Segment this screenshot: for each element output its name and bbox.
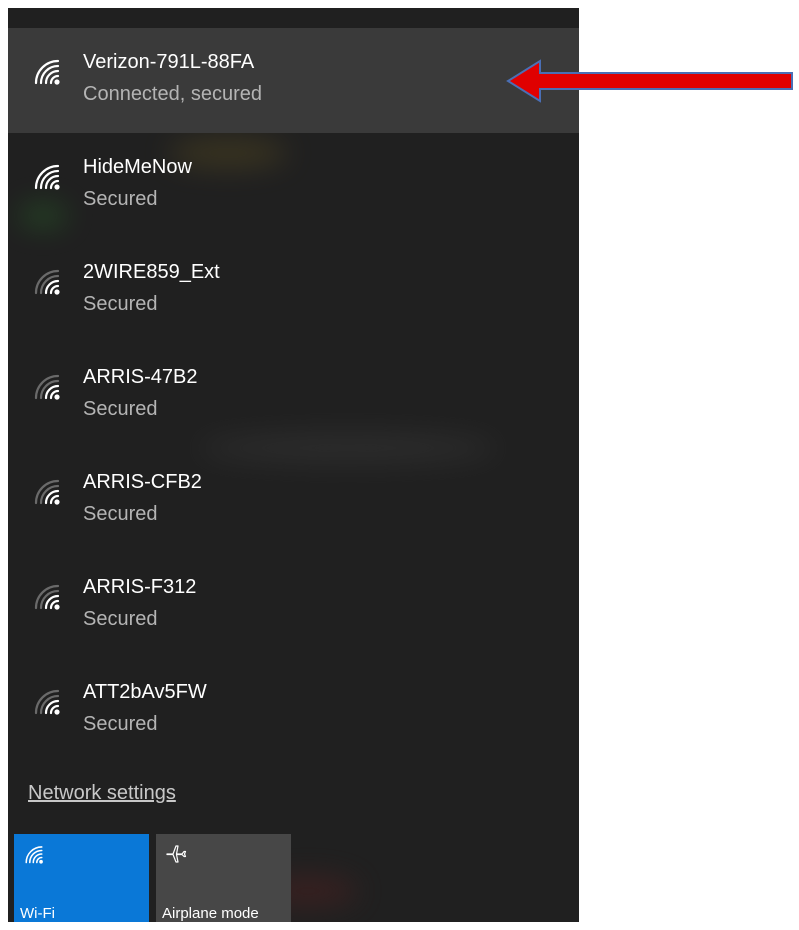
wifi-signal-icon (34, 59, 60, 85)
network-item[interactable]: HideMeNow Secured (8, 133, 579, 238)
wifi-signal-icon (34, 164, 60, 190)
airplane-icon (166, 845, 187, 863)
wifi-quick-action[interactable]: Wi-Fi (14, 834, 149, 922)
airplane-tile-label: Airplane mode (162, 905, 259, 922)
wifi-signal-icon (34, 269, 60, 295)
network-name: ARRIS-CFB2 (83, 471, 202, 493)
network-status: Secured (83, 293, 158, 315)
network-item[interactable]: 2WIRE859_Ext Secured (8, 238, 579, 343)
wifi-signal-icon (34, 689, 60, 715)
wifi-icon (25, 846, 43, 864)
network-item[interactable]: ARRIS-CFB2 Secured (8, 448, 579, 553)
network-item[interactable]: Verizon-791L-88FA Connected, secured (8, 28, 579, 133)
network-name: ATT2bAv5FW (83, 681, 207, 703)
wifi-signal-icon (34, 479, 60, 505)
network-settings-link[interactable]: Network settings (28, 782, 176, 805)
network-status: Secured (83, 398, 158, 420)
wifi-tile-label: Wi-Fi (20, 905, 55, 922)
network-name: Verizon-791L-88FA (83, 51, 255, 73)
network-status: Secured (83, 713, 158, 735)
wifi-signal-icon (34, 374, 60, 400)
airplane-mode-quick-action[interactable]: Airplane mode (156, 834, 291, 922)
wifi-signal-icon (34, 584, 60, 610)
red-arrow-annotation (506, 59, 793, 103)
network-status: Secured (83, 503, 158, 525)
network-name: 2WIRE859_Ext (83, 261, 220, 283)
network-name: HideMeNow (83, 156, 192, 178)
network-item[interactable]: ARRIS-F312 Secured (8, 553, 579, 658)
network-status: Connected, secured (83, 83, 263, 105)
network-item[interactable]: ARRIS-47B2 Secured (8, 343, 579, 448)
network-name: ARRIS-F312 (83, 576, 197, 598)
network-flyout: Verizon-791L-88FA Connected, secured HideM… (8, 8, 579, 922)
network-status: Secured (83, 608, 158, 630)
network-status: Secured (83, 188, 158, 210)
network-item[interactable]: ATT2bAv5FW Secured (8, 658, 579, 763)
network-name: ARRIS-47B2 (83, 366, 198, 388)
